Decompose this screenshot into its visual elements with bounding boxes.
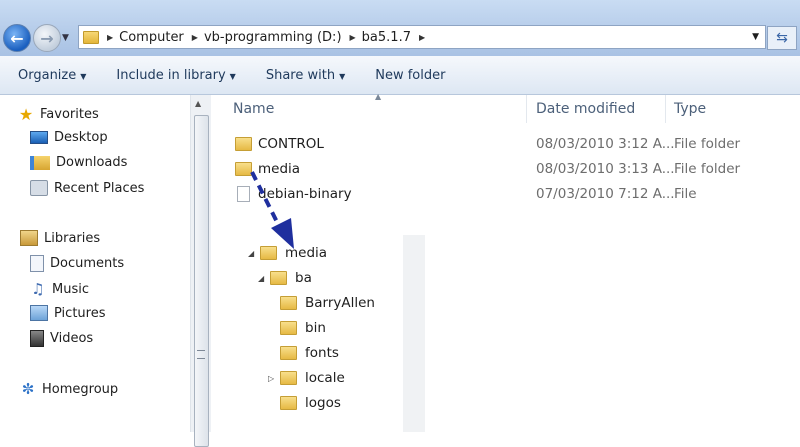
annotation-arrow-icon bbox=[250, 171, 294, 249]
